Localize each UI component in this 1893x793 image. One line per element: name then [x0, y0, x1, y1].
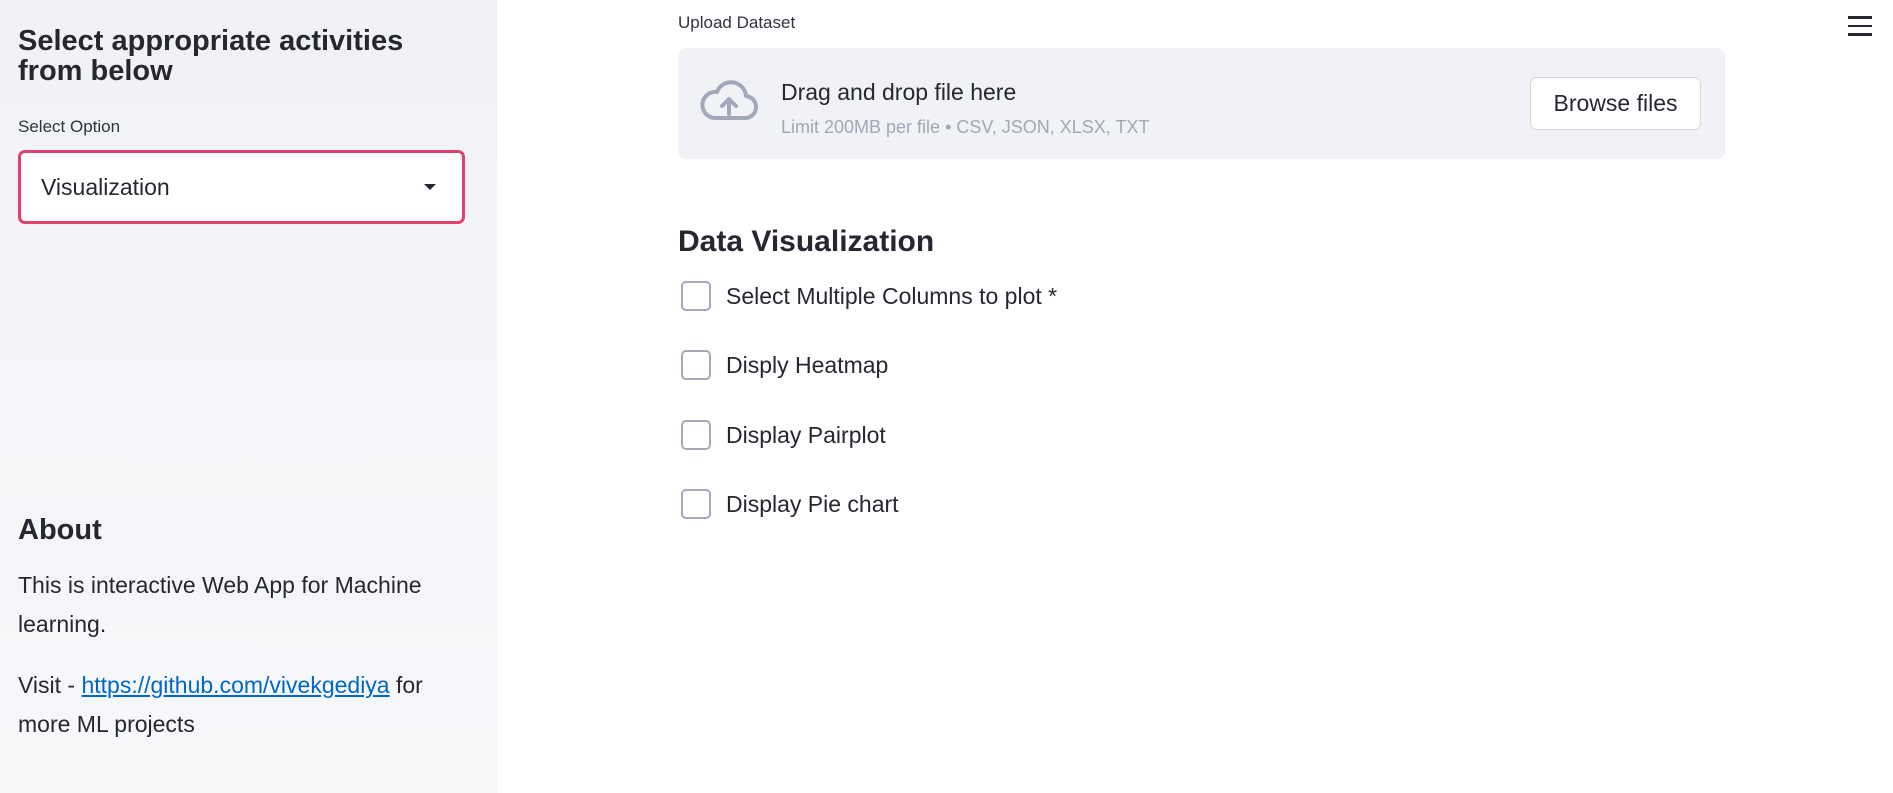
checkbox-box[interactable] [681, 281, 711, 311]
section-title: Data Visualization [678, 225, 935, 258]
checkbox-label: Display Pie chart [726, 490, 899, 517]
checkbox-box[interactable] [681, 420, 711, 450]
activity-select-value: Visualization [41, 173, 170, 200]
visit-prefix: Visit - [18, 672, 82, 698]
caret-down-icon [424, 184, 436, 190]
checkbox-label: Display Pairplot [726, 421, 886, 448]
sidebar-title: Select appropriate activities from below [18, 25, 404, 87]
hamburger-menu-icon[interactable] [1848, 16, 1872, 38]
cloud-upload-icon [700, 80, 758, 121]
file-dropzone[interactable]: Drag and drop file here Limit 200MB per … [678, 48, 1725, 159]
checkbox-pie-chart[interactable]: Display Pie chart [681, 489, 899, 519]
browse-files-button[interactable]: Browse files [1530, 77, 1701, 130]
select-option-label: Select Option [18, 117, 121, 136]
checkbox-pairplot[interactable]: Display Pairplot [681, 420, 886, 450]
about-heading: About [18, 514, 102, 546]
github-link[interactable]: https://github.com/vivekgediya [81, 672, 389, 698]
checkbox-box[interactable] [681, 489, 711, 519]
checkbox-multiple-columns[interactable]: Select Multiple Columns to plot * [681, 281, 1057, 311]
checkbox-heatmap[interactable]: Disply Heatmap [681, 350, 888, 380]
drag-drop-text: Drag and drop file here [781, 79, 1017, 105]
checkbox-label: Select Multiple Columns to plot * [726, 282, 1058, 309]
about-text: This is interactive Web App for Machine … [18, 572, 422, 637]
upload-dataset-label: Upload Dataset [678, 13, 796, 32]
sidebar: Select appropriate activities from below… [0, 0, 497, 793]
app-root: Select appropriate activities from below… [0, 0, 1893, 793]
upload-limit-text: Limit 200MB per file • CSV, JSON, XLSX, … [781, 117, 1150, 137]
visit-text: Visit - https://github.com/vivekgediya f… [18, 666, 468, 744]
activity-select[interactable]: Visualization [18, 150, 465, 224]
checkbox-box[interactable] [681, 350, 711, 380]
checkbox-label: Disply Heatmap [726, 351, 889, 378]
